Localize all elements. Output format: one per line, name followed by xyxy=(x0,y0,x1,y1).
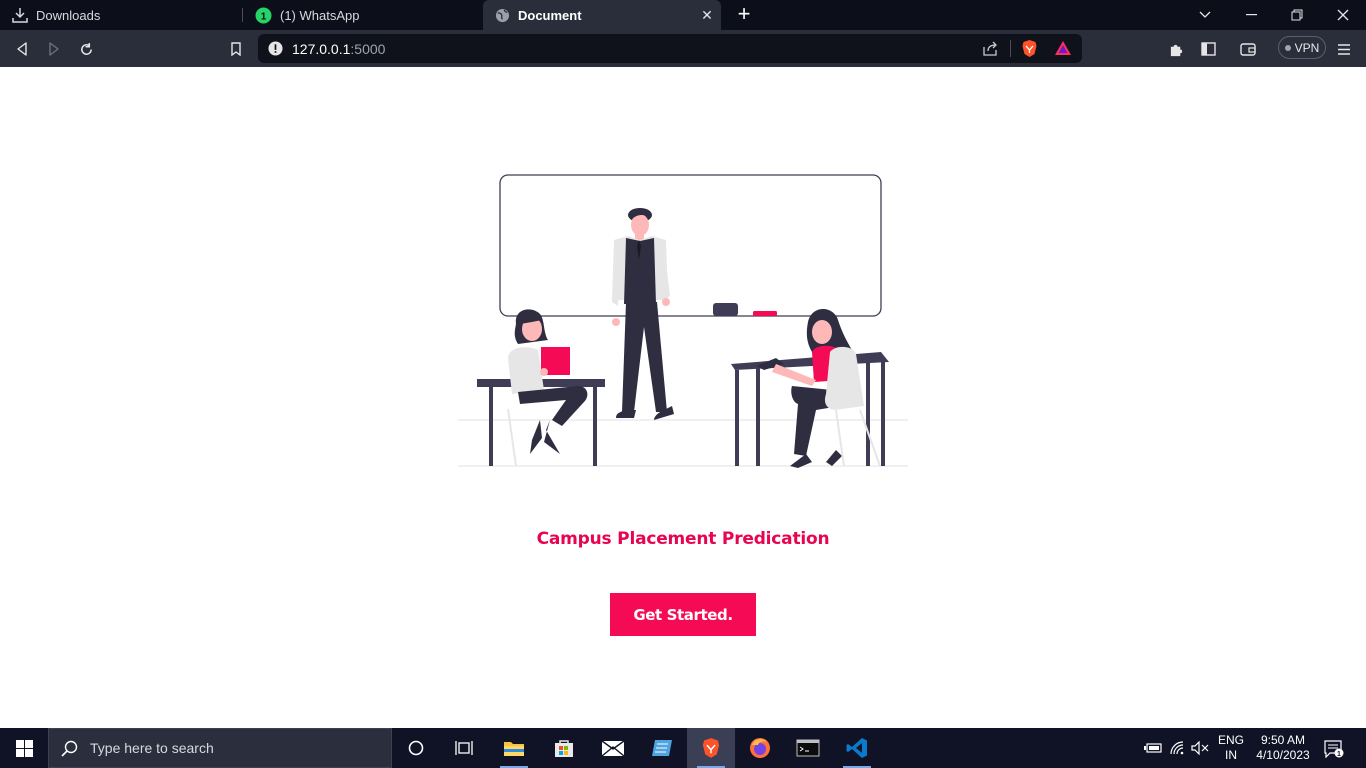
tab-label: (1) WhatsApp xyxy=(280,7,360,23)
sidebar-icon xyxy=(1200,42,1216,56)
mail-icon xyxy=(601,739,625,757)
notification-count: 1 xyxy=(1337,751,1341,758)
brave-shields-icon[interactable] xyxy=(1021,39,1038,58)
taskbar-file-explorer[interactable] xyxy=(490,728,538,768)
puzzle-icon xyxy=(1170,44,1182,56)
task-view-icon xyxy=(455,741,473,755)
get-started-button[interactable]: Get Started. xyxy=(610,593,756,636)
omnibox-divider xyxy=(1010,40,1011,57)
close-tab-icon[interactable]: ✕ xyxy=(699,7,715,23)
browser-toolbar: 127.0.0.1:5000 VPN xyxy=(0,30,1366,67)
volume-muted-icon[interactable] xyxy=(1190,738,1210,758)
taskbar-app-blue[interactable] xyxy=(638,728,686,768)
back-arrow-icon xyxy=(17,42,27,56)
minimize-button[interactable] xyxy=(1228,0,1274,30)
restore-button[interactable] xyxy=(1274,0,1320,30)
folder-icon xyxy=(504,742,524,756)
search-icon xyxy=(61,740,78,757)
clock-time: 9:50 AM xyxy=(1260,733,1306,747)
tab-search-chevron-icon[interactable] xyxy=(1182,0,1228,30)
clock-date: 4/10/2023 xyxy=(1256,748,1310,762)
url-host: 127.0.0.1 xyxy=(292,41,351,57)
clock[interactable]: 9:50 AM 4/10/2023 xyxy=(1250,733,1316,763)
page-title: Campus Placement Predication xyxy=(536,529,830,549)
brave-rewards-icon[interactable] xyxy=(1054,40,1072,56)
terminal-card-icon xyxy=(652,740,672,756)
page-content: Campus Placement Predication Get Started… xyxy=(0,67,1366,728)
vscode-icon xyxy=(846,738,867,758)
tab-downloads[interactable]: Downloads xyxy=(0,0,242,30)
wallet-icon xyxy=(1240,43,1256,56)
task-view-button[interactable] xyxy=(440,728,488,768)
taskbar-vscode[interactable] xyxy=(833,728,881,768)
input-language-indicator[interactable]: ENG IN xyxy=(1214,733,1248,763)
download-icon xyxy=(12,8,28,23)
brave-lion-icon xyxy=(702,738,720,758)
taskbar-firefox[interactable] xyxy=(736,728,784,768)
url-text: 127.0.0.1:5000 xyxy=(292,41,385,57)
store-bag-icon xyxy=(555,740,573,757)
browser-tab-strip: Downloads 1 (1) WhatsApp Document ✕ + xyxy=(0,0,1366,30)
whatsapp-icon: 1 xyxy=(255,7,272,23)
taskbar-brave[interactable] xyxy=(687,728,735,768)
tab-label: Downloads xyxy=(36,7,101,23)
address-bar[interactable]: 127.0.0.1:5000 xyxy=(258,34,1082,63)
wallet-button[interactable] xyxy=(1235,36,1261,62)
action-center-icon[interactable]: 1 xyxy=(1324,739,1344,759)
language-label: ENG xyxy=(1217,733,1244,747)
bookmark-icon xyxy=(231,42,241,56)
sidebar-button[interactable] xyxy=(1195,36,1221,62)
vpn-status-dot xyxy=(1284,44,1291,51)
site-info-icon[interactable] xyxy=(268,41,283,56)
reload-icon xyxy=(80,42,92,55)
taskbar-search-box[interactable]: Type here to search xyxy=(48,728,392,768)
new-tab-button[interactable]: + xyxy=(732,3,756,27)
windows-logo-icon xyxy=(15,739,33,757)
tab-label: Document xyxy=(518,7,582,23)
firefox-icon xyxy=(750,738,770,758)
reload-button[interactable] xyxy=(73,36,99,62)
tab-whatsapp[interactable]: 1 (1) WhatsApp xyxy=(243,0,481,30)
forward-button[interactable] xyxy=(41,36,67,62)
command-prompt-icon xyxy=(796,739,820,757)
windows-taskbar: Type here to search ENG IN 9:50 AM 4/10/… xyxy=(0,728,1366,768)
taskbar-mail[interactable] xyxy=(589,728,637,768)
cortana-circle-icon xyxy=(408,740,424,756)
classroom-illustration xyxy=(458,174,908,468)
back-button[interactable] xyxy=(9,36,35,62)
globe-icon xyxy=(495,8,510,22)
taskbar-terminal[interactable] xyxy=(784,728,832,768)
tab-document[interactable]: Document ✕ xyxy=(483,0,721,30)
start-button[interactable] xyxy=(0,728,48,768)
search-placeholder: Type here to search xyxy=(90,740,214,756)
share-icon[interactable] xyxy=(983,41,999,56)
battery-icon[interactable] xyxy=(1143,738,1163,758)
close-window-button[interactable] xyxy=(1320,0,1366,30)
hamburger-icon xyxy=(1338,43,1350,55)
wifi-icon[interactable] xyxy=(1168,738,1188,758)
region-label: IN xyxy=(1225,748,1237,762)
bookmark-button[interactable] xyxy=(223,36,249,62)
url-port: :5000 xyxy=(350,41,386,57)
forward-arrow-icon xyxy=(49,42,59,56)
menu-button[interactable] xyxy=(1331,36,1357,62)
whatsapp-badge: 1 xyxy=(261,11,267,22)
taskbar-store[interactable] xyxy=(540,728,588,768)
vpn-label: VPN xyxy=(1294,40,1320,55)
cortana-button[interactable] xyxy=(392,728,440,768)
vpn-button[interactable]: VPN xyxy=(1278,36,1326,59)
extensions-button[interactable] xyxy=(1163,36,1189,62)
